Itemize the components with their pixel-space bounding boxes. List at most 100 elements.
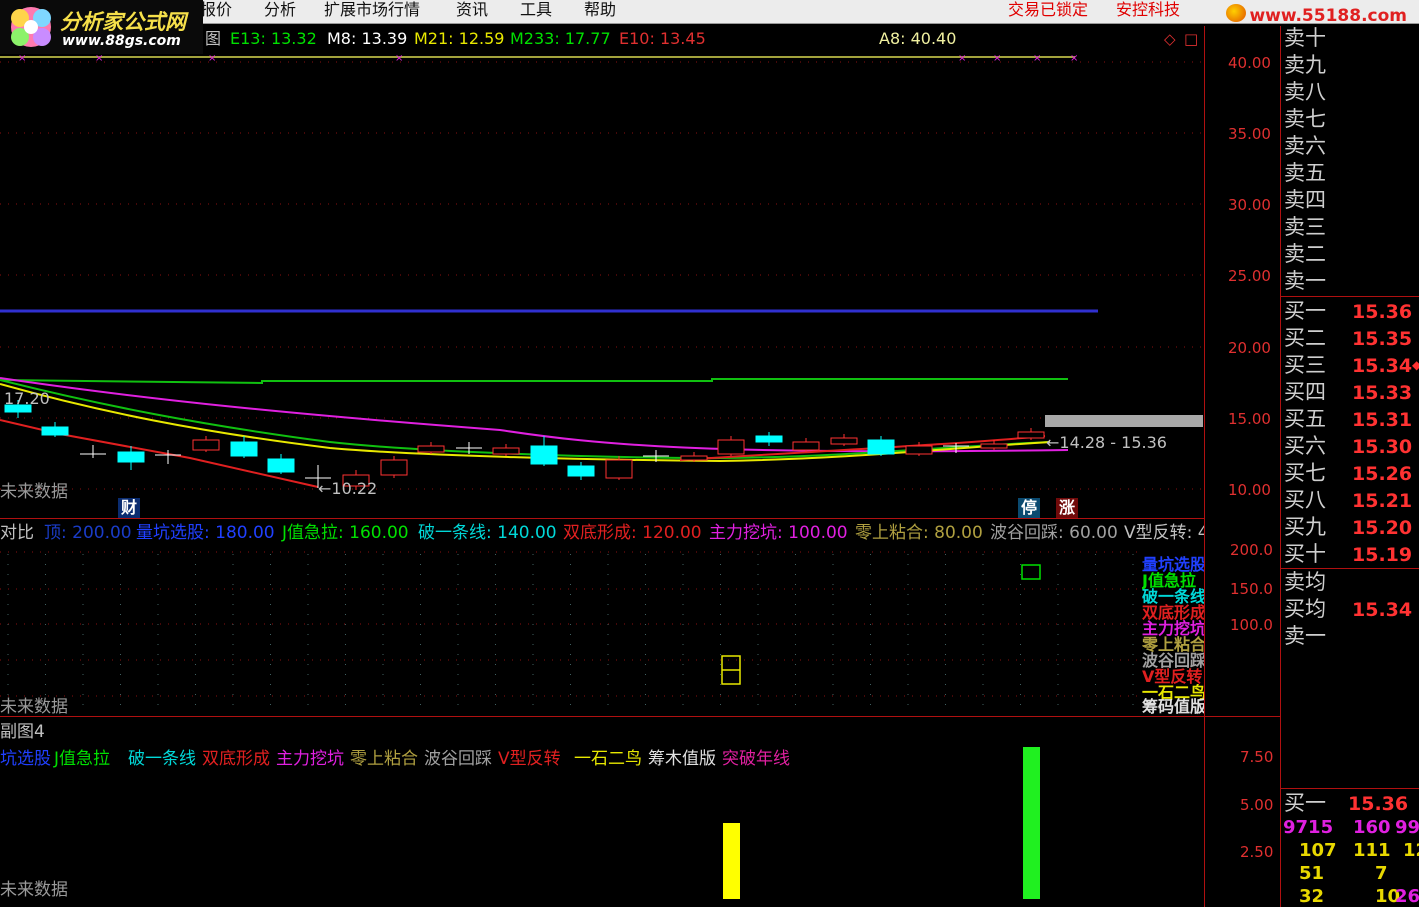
suspend-tag[interactable]: 停 — [1018, 498, 1040, 518]
marker-x: × — [993, 53, 1001, 64]
buy-6-price[interactable]: 15.30 — [1352, 435, 1412, 459]
y-tick-30: 30.00 — [1228, 196, 1271, 214]
sub1-y-tick-100: 100.0 — [1230, 616, 1273, 634]
volume-r2-c3: 12 — [1403, 840, 1419, 861]
buy-5-price[interactable]: 15.31 — [1352, 408, 1412, 432]
candle-body — [605, 459, 633, 479]
site-logo-icon — [1226, 4, 1246, 22]
sub1-chart[interactable] — [0, 544, 1204, 716]
avg-buy-label: 买均 — [1284, 597, 1326, 621]
menu-news[interactable]: 资讯 — [456, 0, 488, 20]
buy-9-price[interactable]: 15.20 — [1352, 516, 1412, 540]
main-chart-header: 图 E13: 13.32 M8: 13.39 M21: 12.59 M233: … — [0, 28, 1205, 50]
finance-tag[interactable]: 财 — [118, 498, 140, 518]
range-value: 14.28 - 15.36 — [1059, 433, 1167, 452]
candle-body — [830, 437, 858, 445]
diamond-icon[interactable]: ◇ — [1164, 28, 1176, 50]
main-price-chart[interactable]: × × × × × × × × — [0, 50, 1204, 520]
sub1-legend-double-bottom: 双底形成: 120.00 — [563, 523, 702, 543]
sub1-legend-top: 顶: 200.00 — [44, 523, 132, 543]
buy-2-price[interactable]: 15.35 — [1352, 327, 1412, 351]
sub2-y-tick-5: 5.00 — [1240, 796, 1274, 814]
candle-body — [567, 465, 595, 477]
marker-x: × — [1070, 53, 1078, 64]
sub1-legend-trough-step: 波谷回踩: 60.00 — [990, 523, 1118, 543]
buy-2-label: 买二 — [1284, 326, 1326, 350]
candle-body — [380, 459, 408, 476]
sub1-no-future-data: 未来数据 — [0, 697, 68, 717]
sell-1b-label: 卖一 — [1284, 624, 1326, 648]
buy-1-label: 买一 — [1284, 299, 1326, 323]
volume-r3-c1: 51 — [1299, 863, 1325, 884]
main-no-future-data: 未来数据 — [0, 482, 68, 502]
buy-4-price[interactable]: 15.33 — [1352, 381, 1412, 405]
y-tick-35: 35.00 — [1228, 125, 1271, 143]
main-chart-title: 图 — [205, 29, 222, 48]
volume-r4-c1: 32 — [1299, 886, 1325, 907]
buy-1-price[interactable]: 15.36 — [1352, 300, 1412, 324]
volume-r1-c2: 160 — [1353, 817, 1391, 838]
buy-3-price[interactable]: 15.34 — [1352, 354, 1412, 378]
sub1-legend-j-value: J值急拉: 160.00 — [282, 523, 409, 543]
window-icon[interactable]: □ — [1184, 28, 1198, 50]
candle-body — [755, 435, 783, 443]
indicator-m233: M233: 17.77 — [510, 29, 611, 48]
trade-locked-status[interactable]: 交易已锁定 — [1008, 0, 1088, 20]
buy-7-price[interactable]: 15.26 — [1352, 462, 1412, 486]
candle-body — [230, 441, 258, 457]
indicator-m21: M21: 12.59 — [414, 29, 505, 48]
candle-body — [867, 439, 895, 455]
menu-tools[interactable]: 工具 — [520, 0, 552, 20]
buy-9-label: 买九 — [1284, 515, 1326, 539]
marker-x: × — [18, 53, 26, 64]
buy-8-label: 买八 — [1284, 488, 1326, 512]
candle-body — [492, 447, 520, 455]
sell-4-label: 卖四 — [1284, 188, 1326, 212]
volume-r3-c2: 7 — [1375, 863, 1388, 884]
menu-bar: 报价 分析 扩展市场行情 资讯 工具 帮助 交易已锁定 安控科技 www.551… — [0, 0, 1419, 26]
menu-quote[interactable]: 报价 — [200, 0, 232, 20]
rise-tag[interactable]: 涨 — [1056, 498, 1078, 518]
marker-x: × — [95, 53, 103, 64]
candle-body — [905, 445, 933, 455]
menu-analysis[interactable]: 分析 — [264, 0, 296, 20]
sub1-title: 对比 — [0, 523, 34, 543]
axis-divider — [1204, 26, 1205, 907]
sell-5-label: 卖五 — [1284, 161, 1326, 185]
candle-body — [717, 439, 745, 455]
indicator-m8: M8: 13.39 — [327, 29, 408, 48]
marker-x: × — [958, 53, 966, 64]
buy-6-label: 买六 — [1284, 434, 1326, 458]
buy-1b-price[interactable]: 15.36 — [1348, 792, 1408, 816]
sub2-y-tick-7-5: 7.50 — [1240, 748, 1274, 766]
candle-body — [980, 443, 1008, 449]
sub1-legend-main-dig: 主力挖坑: 100.00 — [709, 523, 848, 543]
sub2-green-bar — [1023, 747, 1040, 899]
sell-2-label: 卖二 — [1284, 242, 1326, 266]
menu-extended-market[interactable]: 扩展市场行情 — [324, 0, 420, 20]
buy-8-price[interactable]: 15.21 — [1352, 489, 1412, 513]
candle-body — [417, 445, 445, 453]
volume-r1-c3: 99 — [1395, 817, 1419, 838]
sub2-y-tick-2-5: 2.50 — [1240, 843, 1274, 861]
candle-body — [530, 445, 558, 465]
marker-x: × — [1033, 53, 1041, 64]
candle-body — [792, 441, 820, 451]
sub1-right-legend: 量坑选股 J值急拉 破一条线 双底形成 主力挖坑 零上粘合 波谷回踩 V型反转 … — [1142, 556, 1204, 716]
menu-help[interactable]: 帮助 — [584, 0, 616, 20]
volume-r1-c1: 9715 — [1283, 817, 1334, 838]
order-book: 卖十 卖九 卖八 卖七 卖六 卖五 卖四 卖三 卖二 卖一 买一 15.36 买二… — [1281, 26, 1419, 907]
y-tick-15: 15.00 — [1228, 410, 1271, 428]
long-ma-line — [0, 378, 1068, 385]
buy-7-label: 买七 — [1284, 461, 1326, 485]
site-url[interactable]: www.55188.com — [1249, 6, 1407, 26]
avg-buy-price: 15.34 — [1352, 599, 1413, 621]
sub2-yellow-bar — [723, 823, 740, 899]
buy-10-price[interactable]: 15.19 — [1352, 543, 1412, 567]
sub1-y-tick-200: 200.0 — [1230, 541, 1273, 559]
sell-1-label: 卖一 — [1284, 269, 1326, 293]
sub2-chart[interactable] — [0, 717, 1204, 907]
candle-body — [267, 458, 295, 473]
indicator-e10: E10: 13.45 — [619, 29, 706, 48]
sub1-legend-break-line: 破一条线: 140.00 — [418, 523, 557, 543]
